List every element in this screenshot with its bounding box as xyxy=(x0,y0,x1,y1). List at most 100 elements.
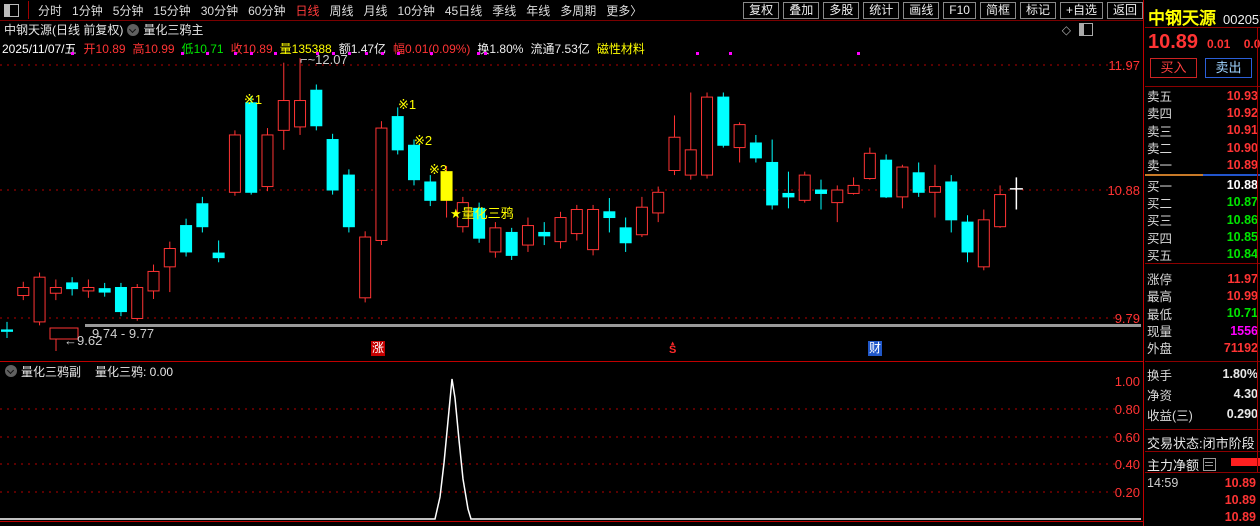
chart-annotation: ⌐~12.07 xyxy=(300,52,348,67)
row-value: 10.99 xyxy=(1227,289,1258,303)
stats-box: 涨停 11.97 最高 10.99 最低 10.71 现量 1556 外盘 71192 xyxy=(1145,270,1260,356)
tick-row[interactable]: 10.89 xyxy=(1145,491,1258,508)
row-label: 卖三 xyxy=(1147,121,1172,140)
buy-button[interactable]: 买入 xyxy=(1150,58,1197,78)
stat-row[interactable]: 现量 1556 xyxy=(1145,322,1260,339)
row-label: 换手 xyxy=(1147,365,1172,384)
row-value: 11.97 xyxy=(1227,272,1258,286)
trade-status: 交易状态:闭市阶段 xyxy=(1147,433,1255,452)
stat-row[interactable]: 最高 10.99 xyxy=(1145,287,1260,304)
trade-status-label: 交易状态: xyxy=(1147,436,1203,451)
row-label: 卖五 xyxy=(1147,86,1172,105)
stat-row[interactable]: 收益(三)0.290 xyxy=(1145,404,1260,424)
ask-row[interactable]: 卖一 10.89 xyxy=(1145,156,1260,173)
change-value: 0.01 xyxy=(1207,37,1230,51)
row-value: 4.30 xyxy=(1234,387,1258,401)
row-label: 外盘 xyxy=(1147,338,1172,357)
row-label: 买三 xyxy=(1147,210,1172,229)
tick-list[interactable]: 14:59 10.89 10.89 10.89 xyxy=(1145,474,1258,525)
bid-row[interactable]: 买二 10.87 xyxy=(1145,194,1260,211)
axis-label: 0.40 xyxy=(1092,457,1140,472)
row-value: 1556 xyxy=(1230,324,1258,338)
row-label: 涨停 xyxy=(1147,269,1172,288)
bid-row[interactable]: 买一 10.88 xyxy=(1145,176,1260,193)
row-value: 10.89 xyxy=(1227,158,1258,172)
row-value: 1.80% xyxy=(1223,367,1258,381)
chart-annotation: ※3 xyxy=(429,162,447,178)
stat-row[interactable]: 换手 1.80% xyxy=(1145,364,1260,384)
event-marker[interactable]: 涨 xyxy=(371,341,385,356)
chart-annotation: ★量化三鸦 xyxy=(450,203,514,222)
row-label: 买四 xyxy=(1147,228,1172,247)
axis-label: 0.20 xyxy=(1092,485,1140,500)
stat-row[interactable]: 外盘 71192 xyxy=(1145,339,1260,356)
chart-annotation: ※1 xyxy=(398,97,416,113)
row-value: 10.84 xyxy=(1227,247,1258,261)
row-label: 买一 xyxy=(1147,176,1172,195)
stock-name: 中钢天源 002057 xyxy=(1148,4,1260,29)
event-marker[interactable]: ▴S xyxy=(669,340,676,354)
event-marker[interactable]: 财 xyxy=(868,341,882,356)
row-label: 现量 xyxy=(1147,321,1172,340)
ask-row[interactable]: 卖三 10.91 xyxy=(1145,122,1260,139)
main-flow-bar xyxy=(1231,458,1260,466)
chart-annotation: ←9.62 xyxy=(64,333,102,348)
row-label: 收益(三) xyxy=(1147,405,1193,424)
sell-button[interactable]: 卖出 xyxy=(1205,58,1252,78)
stat-row[interactable]: 最低 10.71 xyxy=(1145,305,1260,322)
row-value: 10.91 xyxy=(1227,123,1258,137)
axis-label: 0.80 xyxy=(1092,402,1140,417)
last-price: 10.89 xyxy=(1148,31,1198,54)
row-label: 最高 xyxy=(1147,286,1172,305)
row-label: 净资 xyxy=(1147,385,1172,404)
stat-row[interactable]: 涨停 11.97 xyxy=(1145,270,1260,287)
tick-price: 10.89 xyxy=(1225,510,1256,524)
row-value: 10.87 xyxy=(1227,195,1258,209)
quote-panel: 中钢天源 002057 10.89 0.01 0.09% 买入 卖出 卖五 10.9… xyxy=(1145,0,1260,526)
collapse-icon[interactable] xyxy=(5,365,17,377)
tick-row[interactable]: 14:59 10.89 xyxy=(1145,474,1258,491)
tick-price: 10.89 xyxy=(1225,493,1256,507)
bid-row[interactable]: 买五 10.84 xyxy=(1145,246,1260,263)
ask-row[interactable]: 卖二 10.90 xyxy=(1145,139,1260,156)
row-value: 10.85 xyxy=(1227,230,1258,244)
sub-indicator-header: 量化三鸦副 量化三鸦: 0.00 xyxy=(0,363,1143,379)
chart-annotation: ※2 xyxy=(414,133,432,149)
axis-label: 10.88 xyxy=(1092,183,1140,198)
stock-code: 002057 xyxy=(1223,12,1260,27)
row-label: 买五 xyxy=(1147,245,1172,264)
axis-label: 0.60 xyxy=(1092,430,1140,445)
candlestick-chart[interactable] xyxy=(0,0,1143,526)
row-value: 71192 xyxy=(1224,341,1258,355)
row-value: 10.88 xyxy=(1227,178,1258,192)
tick-time: 14:59 xyxy=(1147,476,1178,490)
order-book: 卖五 10.93 卖四 10.92 卖三 10.91 卖二 10.90 卖一 10.89 买一 10.… xyxy=(1145,86,1260,264)
stock-name-text: 中钢天源 xyxy=(1148,9,1216,28)
stats-box-2: 换手 1.80% 净资 4.30 收益(三)0.290 xyxy=(1145,364,1260,424)
panel-divider xyxy=(1143,0,1144,526)
row-value: 10.93 xyxy=(1227,89,1258,103)
row-label: 卖二 xyxy=(1147,138,1172,157)
bid-row[interactable]: 买三10.86 xyxy=(1145,211,1260,228)
row-label: 最低 xyxy=(1147,304,1172,323)
tick-price: 10.89 xyxy=(1225,476,1256,490)
chart-annotation: ※1 xyxy=(244,92,262,108)
price-change: 0.01 0.09% xyxy=(1207,37,1260,51)
stat-row[interactable]: 净资 4.30 xyxy=(1145,384,1260,404)
sub-indicator-readout: 量化三鸦: 0.00 xyxy=(95,363,173,380)
row-label: 买二 xyxy=(1147,193,1172,212)
sub-indicator-name: 量化三鸦副 xyxy=(21,363,81,380)
row-value: 10.90 xyxy=(1227,141,1258,155)
ask-row[interactable]: 卖四 10.92 xyxy=(1145,104,1260,121)
axis-label: 11.97 xyxy=(1092,58,1140,73)
ask-row[interactable]: 卖五 10.93 xyxy=(1145,87,1260,104)
bid-row[interactable]: 买四 10.85 xyxy=(1145,228,1260,245)
axis-label: 9.79 xyxy=(1092,311,1140,326)
row-value: 10.92 xyxy=(1227,106,1258,120)
tick-row[interactable]: 10.89 xyxy=(1145,508,1258,525)
row-value: 10.71 xyxy=(1227,306,1258,320)
trade-status-value: 闭市阶段 xyxy=(1203,436,1255,451)
row-label: 卖四 xyxy=(1147,103,1172,122)
row-label: 卖一 xyxy=(1147,155,1172,174)
list-icon[interactable] xyxy=(1203,458,1216,471)
